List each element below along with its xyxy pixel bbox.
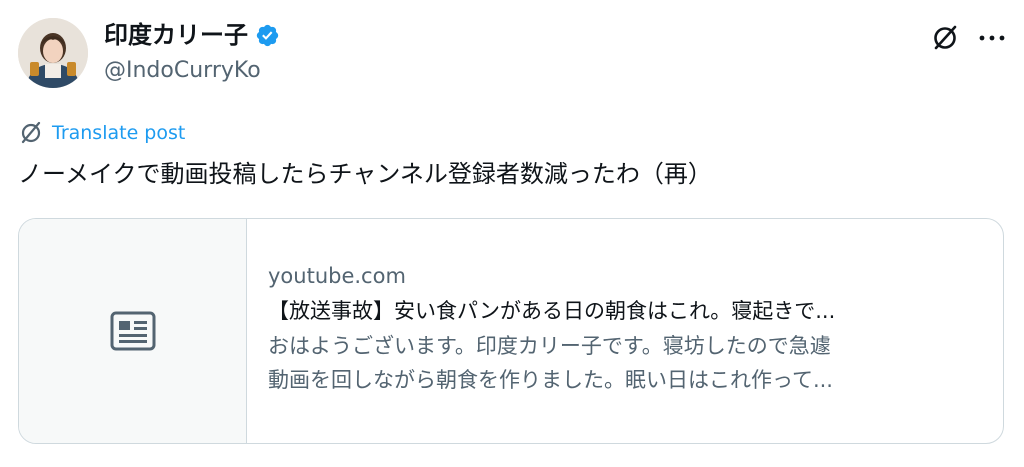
card-body: youtube.com 【放送事故】安い食パンがある日の朝食はこれ。寝起きで..…	[268, 259, 983, 397]
avatar[interactable]	[18, 18, 88, 88]
card-description: おはようございます。印度カリー子です。寝坊したので急遽 動画を回しながら朝食を作…	[268, 329, 983, 397]
avatar-photo-icon	[18, 18, 88, 88]
verified-badge-icon	[255, 23, 280, 48]
card-domain: youtube.com	[268, 264, 406, 288]
author-handle[interactable]: @IndoCurryKo	[104, 55, 261, 87]
post-text: ノーメイクで動画投稿したらチャンネル登録者数減ったわ（再）	[18, 160, 712, 188]
article-icon	[110, 311, 155, 351]
more-options-button[interactable]	[974, 20, 1010, 56]
more-icon	[979, 35, 1005, 41]
translate-post-link[interactable]: Translate post	[18, 119, 185, 147]
card-description-line: 動画を回しながら朝食を作りました。眠い日はこれ作って...	[268, 368, 833, 392]
grok-button[interactable]	[927, 20, 963, 56]
display-name[interactable]: 印度カリー子	[104, 18, 248, 52]
card-description-line: おはようございます。印度カリー子です。寝坊したので急遽	[268, 334, 831, 358]
translate-icon	[21, 121, 41, 144]
card-title: 【放送事故】安い食パンがある日の朝食はこれ。寝起きで...	[268, 299, 836, 323]
translate-post-label: Translate post	[52, 122, 186, 144]
card-thumbnail	[19, 219, 247, 443]
link-preview-card[interactable]: youtube.com 【放送事故】安い食パンがある日の朝食はこれ。寝起きで..…	[18, 218, 1004, 444]
author-name-row[interactable]: 印度カリー子	[104, 18, 280, 52]
grok-icon	[934, 25, 957, 50]
